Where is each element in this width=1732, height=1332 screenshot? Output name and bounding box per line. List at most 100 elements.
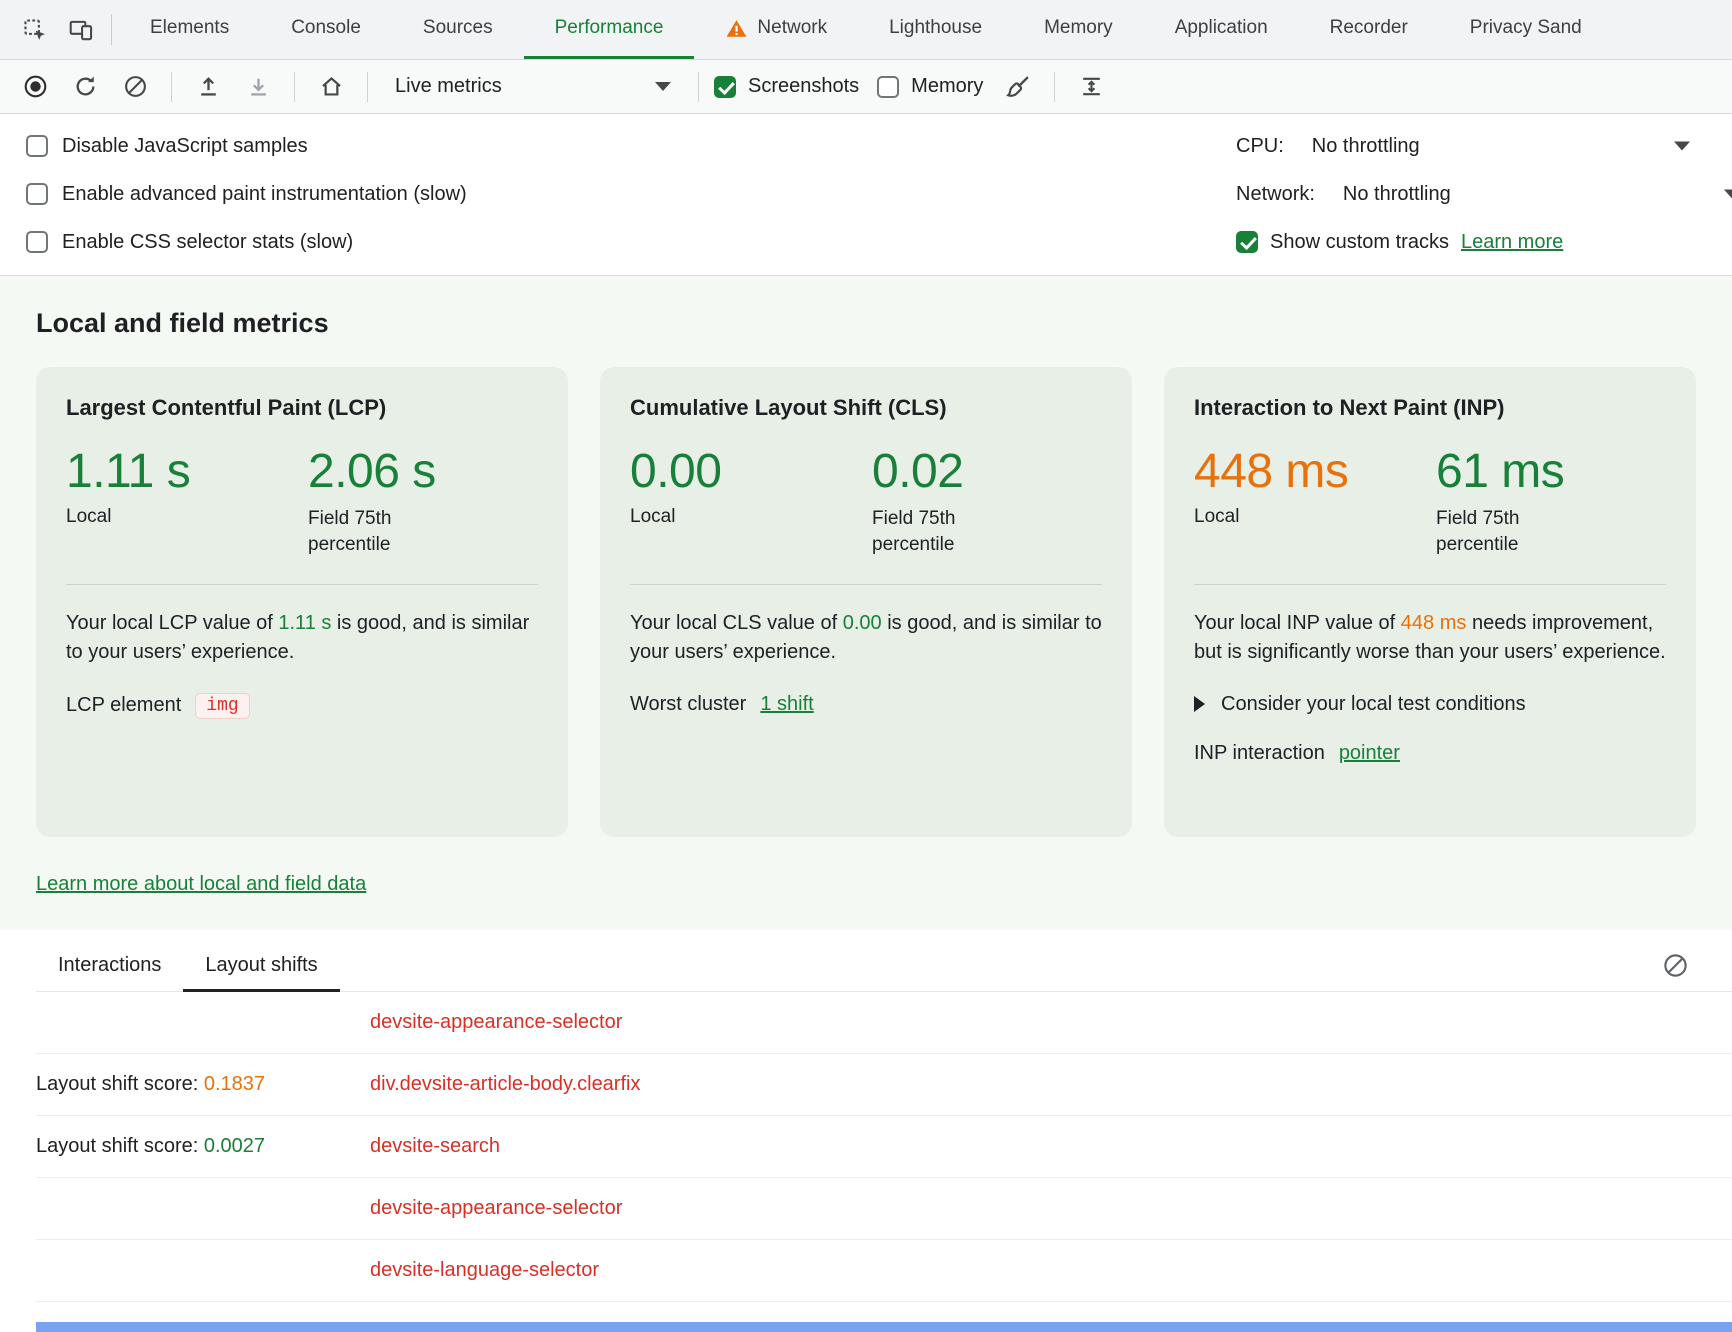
- inspect-cursor-icon: [22, 17, 48, 43]
- disable-js-samples-checkbox[interactable]: [26, 135, 48, 157]
- advanced-paint-instrumentation-checkbox[interactable]: [26, 183, 48, 205]
- selected-row-highlight: [36, 1322, 1732, 1332]
- tab-recorder[interactable]: Recorder: [1299, 0, 1439, 59]
- shift-score-label: Layout shift score:: [36, 1073, 204, 1095]
- tab-privacy-sandbox[interactable]: Privacy Sand: [1439, 0, 1613, 59]
- node-link[interactable]: devsite-appearance-selector: [370, 1197, 622, 1220]
- tab-layout-shifts[interactable]: Layout shifts: [183, 940, 339, 991]
- checkbox-label: Enable CSS selector stats (slow): [62, 231, 353, 254]
- shortcuts-dialog-button[interactable]: [1070, 67, 1112, 107]
- consider-local-conditions-disclosure[interactable]: Consider your local test conditions: [1194, 693, 1666, 716]
- tab-label: Console: [291, 17, 361, 39]
- tab-lighthouse[interactable]: Lighthouse: [858, 0, 1013, 59]
- field-label: Field 75th percentile: [308, 506, 430, 557]
- cls-card-title: Cumulative Layout Shift (CLS): [630, 395, 1102, 421]
- inp-description: Your local INP value of 448 ms needs imp…: [1194, 609, 1666, 667]
- tab-interactions[interactable]: Interactions: [36, 940, 183, 991]
- devtools-window: Elements Console Sources Performance Net…: [0, 0, 1732, 1332]
- node-link[interactable]: devsite-language-selector: [370, 1259, 599, 1282]
- inp-local-value: 448 ms: [1194, 447, 1436, 497]
- tab-label: Elements: [150, 17, 229, 39]
- layout-shift-row[interactable]: Layout shift score: 0.1837 div.devsite-a…: [36, 1054, 1732, 1116]
- memory-toggle[interactable]: Memory: [877, 75, 983, 98]
- show-custom-tracks-row[interactable]: Show custom tracks Learn more: [1236, 218, 1732, 266]
- node-link[interactable]: devsite-search: [370, 1135, 500, 1158]
- tab-elements[interactable]: Elements: [119, 0, 260, 59]
- device-toolbar-button[interactable]: [58, 0, 104, 59]
- vertical-expand-icon: [1079, 74, 1104, 99]
- worst-cluster-row: Worst cluster 1 shift: [630, 693, 1102, 716]
- inp-field-value: 61 ms: [1436, 447, 1564, 497]
- tab-memory[interactable]: Memory: [1013, 0, 1144, 59]
- history-select-value: Live metrics: [395, 75, 502, 98]
- shift-score-label: Layout shift score:: [36, 1135, 204, 1157]
- cls-values: 0.00 Local 0.02 Field 75th percentile: [630, 447, 1102, 558]
- cpu-label: CPU:: [1236, 135, 1284, 158]
- network-label: Network:: [1236, 183, 1315, 206]
- field-label: Field 75th percentile: [1436, 506, 1558, 557]
- cpu-throttling-select[interactable]: No throttling: [1312, 135, 1420, 158]
- inp-card-title: Interaction to Next Paint (INP): [1194, 395, 1666, 421]
- record-and-reload-button[interactable]: [64, 67, 106, 107]
- learn-more-local-field-link[interactable]: Learn more about local and field data: [36, 873, 366, 895]
- device-toolbar-icon: [68, 17, 94, 43]
- inp-interaction-label: INP interaction: [1194, 742, 1325, 765]
- chevron-down-icon: [1674, 142, 1690, 151]
- lcp-description: Your local LCP value of 1.11 s is good, …: [66, 609, 538, 667]
- save-profile-button[interactable]: [237, 67, 279, 107]
- node-link[interactable]: devsite-appearance-selector: [370, 1011, 622, 1034]
- history-select[interactable]: Live metrics: [383, 75, 683, 98]
- memory-checkbox[interactable]: [877, 76, 899, 98]
- load-profile-button[interactable]: [187, 67, 229, 107]
- shift-score-cell: Layout shift score: 0.0027: [36, 1135, 370, 1158]
- network-throttling-row: Network: No throttling: [1236, 170, 1732, 218]
- layout-shift-row[interactable]: devsite-appearance-selector: [36, 992, 1732, 1054]
- layout-shift-row[interactable]: Layout shift score: 0.0027 devsite-searc…: [36, 1116, 1732, 1178]
- layout-shift-row[interactable]: devsite-language-selector: [36, 1240, 1732, 1302]
- tab-sources[interactable]: Sources: [392, 0, 524, 59]
- desc-text: Your local INP value of: [1194, 612, 1401, 634]
- show-custom-tracks-checkbox[interactable]: [1236, 231, 1258, 253]
- divider: [111, 14, 112, 45]
- log-tab-bar: Interactions Layout shifts: [36, 940, 1732, 992]
- tab-label: Sources: [423, 17, 493, 39]
- learn-more-row: Learn more about local and field data: [36, 873, 1696, 896]
- collect-garbage-button[interactable]: [997, 67, 1039, 107]
- node-link[interactable]: div.devsite-article-body.clearfix: [370, 1073, 640, 1096]
- divider: [171, 72, 172, 102]
- clear-button[interactable]: [114, 67, 156, 107]
- inspect-element-button[interactable]: [12, 0, 58, 59]
- tab-label: Lighthouse: [889, 17, 982, 39]
- lcp-field-value: 2.06 s: [308, 447, 436, 497]
- tab-application[interactable]: Application: [1144, 0, 1299, 59]
- desc-text: Your local CLS value of: [630, 612, 843, 634]
- tab-performance[interactable]: Performance: [524, 0, 695, 59]
- screenshots-toggle[interactable]: Screenshots: [714, 75, 859, 98]
- broom-icon: [1005, 74, 1031, 100]
- network-throttling-select[interactable]: No throttling: [1343, 183, 1451, 206]
- record-button[interactable]: [14, 67, 56, 107]
- clear-log-button[interactable]: [1658, 948, 1692, 982]
- one-shift-link[interactable]: 1 shift: [760, 693, 813, 716]
- screenshots-checkbox[interactable]: [714, 76, 736, 98]
- home-button[interactable]: [310, 67, 352, 107]
- lcp-field-block: 2.06 s Field 75th percentile: [308, 447, 436, 558]
- inp-interaction-row: INP interaction pointer: [1194, 742, 1666, 765]
- inp-values: 448 ms Local 61 ms Field 75th percentile: [1194, 447, 1666, 558]
- memory-label: Memory: [911, 75, 983, 98]
- learn-more-link[interactable]: Learn more: [1461, 231, 1563, 254]
- section-heading: Local and field metrics: [36, 308, 1696, 339]
- css-selector-stats-checkbox[interactable]: [26, 231, 48, 253]
- tab-console[interactable]: Console: [260, 0, 392, 59]
- upload-icon: [196, 74, 221, 99]
- pointer-link[interactable]: pointer: [1339, 742, 1400, 765]
- lcp-element-node-chip[interactable]: img: [195, 693, 249, 719]
- divider: [1054, 72, 1055, 102]
- layout-shift-row[interactable]: devsite-appearance-selector: [36, 1178, 1732, 1240]
- local-label: Local: [630, 506, 872, 528]
- tab-label: Recorder: [1330, 17, 1408, 39]
- divider: [367, 72, 368, 102]
- tab-network[interactable]: Network: [694, 0, 858, 59]
- lcp-card: Largest Contentful Paint (LCP) 1.11 s Lo…: [36, 367, 568, 837]
- live-metrics-log: Interactions Layout shifts devsite-appea…: [0, 930, 1732, 1332]
